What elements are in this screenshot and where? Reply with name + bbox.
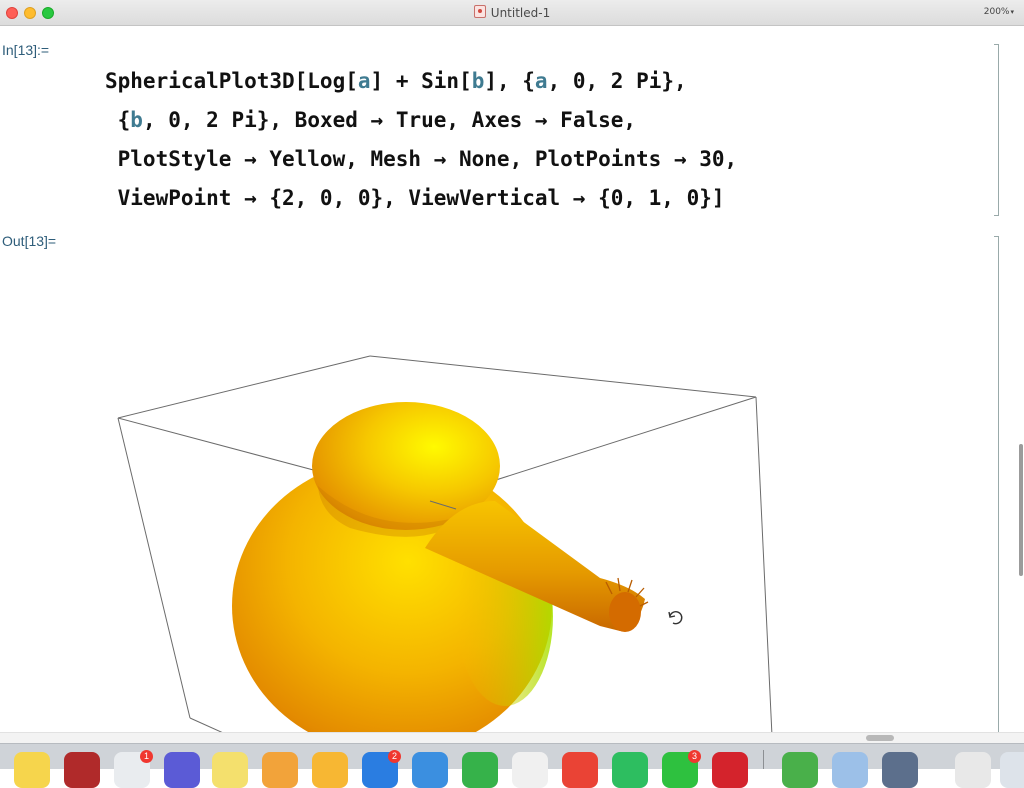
code-text: ] + Sin[ [370, 69, 472, 93]
mail-app-icon[interactable]: 2 [362, 750, 401, 788]
code-variable: b [471, 69, 485, 93]
finder-app-icon[interactable] [882, 752, 918, 788]
input-cell-code[interactable]: SphericalPlot3D[Log[a] + Sin[b], {a, 0, … [105, 62, 737, 218]
window-title: Untitled-1 [0, 5, 1024, 20]
code-variable: b [130, 108, 143, 132]
preview-app-icon[interactable] [832, 752, 868, 788]
code-text: , 0, 2 Pi}, Boxed → True, Axes → False, [142, 108, 637, 132]
wolfram-app-icon[interactable] [712, 752, 748, 788]
horizontal-scrollbar-thumb[interactable] [866, 735, 894, 741]
chrome-app-icon[interactable] [562, 752, 598, 788]
keynote-app-icon[interactable] [412, 752, 448, 788]
code-variable: a [357, 69, 371, 93]
wechat-app-icon[interactable]: 3 [662, 750, 701, 788]
notification-badge: 1 [140, 750, 153, 763]
script-app-icon[interactable] [782, 752, 818, 788]
notebook-document-icon [473, 5, 486, 18]
dictionary-app-icon[interactable] [64, 752, 100, 788]
rotate-cursor-icon [668, 610, 683, 625]
dock: 1 2 3 [0, 743, 1024, 788]
output-cell-label: Out[13]= [2, 233, 57, 249]
vertical-scrollbar[interactable] [1019, 26, 1024, 732]
code-line[interactable]: SphericalPlot3D[Log[a] + Sin[b], {a, 0, … [105, 62, 737, 101]
spherical-plot-3d-graphic[interactable] [0, 256, 1000, 732]
vertical-scrollbar-thumb[interactable] [1019, 444, 1023, 576]
chevron-down-icon: ▾ [1010, 8, 1014, 16]
input-cell-bracket[interactable] [994, 44, 999, 216]
notebook-area[interactable]: In[13]:= SphericalPlot3D[Log[a] + Sin[b]… [0, 26, 1024, 732]
trash-app-icon[interactable] [1000, 752, 1024, 788]
window-title-text: Untitled-1 [490, 6, 551, 20]
code-text: SphericalPlot3D[Log[ [105, 69, 358, 93]
mathematica-app-icon[interactable] [512, 752, 548, 788]
evernote-app-icon[interactable] [612, 752, 648, 788]
calendar-app-icon[interactable]: 1 [114, 750, 153, 788]
messages-emoji-app-icon[interactable] [312, 752, 348, 788]
code-line[interactable]: PlotStyle → Yellow, Mesh → None, PlotPoi… [105, 140, 738, 179]
input-cell-label: In[13]:= [2, 42, 50, 58]
code-line[interactable]: {b, 0, 2 Pi}, Boxed → True, Axes → False… [105, 101, 737, 140]
code-variable: a [534, 69, 548, 93]
notes-app-icon[interactable] [14, 752, 50, 788]
notification-badge: 3 [688, 750, 701, 763]
documents-app-icon[interactable] [955, 752, 991, 788]
code-text: , 0, 2 Pi}, [547, 69, 687, 93]
launchpad-app-icon[interactable] [164, 752, 200, 788]
code-text: ], { [484, 69, 535, 93]
window-titlebar[interactable]: Untitled-1 200%▾ [0, 0, 1024, 26]
pages-app-icon[interactable] [262, 752, 298, 788]
stickies-app-icon[interactable] [212, 752, 248, 788]
numbers-app-icon[interactable] [462, 752, 498, 788]
code-line[interactable]: ViewPoint → {2, 0, 0}, ViewVertical → {0… [105, 179, 737, 218]
code-text: ViewPoint → {2, 0, 0}, ViewVertical → {0… [105, 186, 725, 210]
notification-badge: 2 [388, 750, 401, 763]
zoom-level: 200% [983, 7, 1010, 17]
horizontal-scrollbar[interactable] [0, 732, 1024, 743]
code-text: { [105, 108, 131, 132]
zoom-menu[interactable]: 200%▾ [984, 7, 1014, 17]
dock-separator [763, 750, 764, 769]
code-text: PlotStyle → Yellow, Mesh → None, PlotPoi… [105, 147, 738, 171]
